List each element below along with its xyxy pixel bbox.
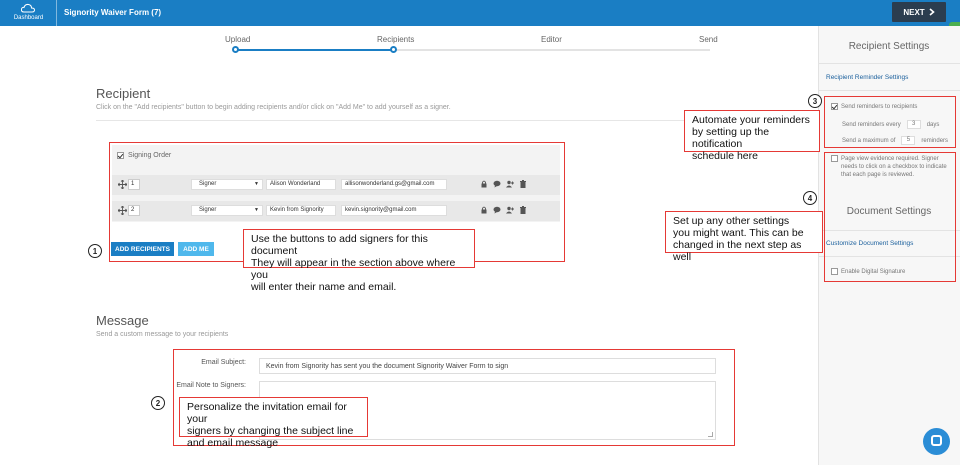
annotation-box-reminders xyxy=(824,96,956,148)
next-button[interactable]: NEXT xyxy=(892,2,946,22)
callout-line: Set up any other settings xyxy=(673,215,790,227)
steps-progress xyxy=(236,49,394,51)
message-subtitle: Send a custom message to your recipients xyxy=(96,331,229,338)
top-bar: Dashboard Signority Waiver Form (7) NEXT xyxy=(0,0,960,26)
callout-line: Automate your reminders xyxy=(692,114,810,126)
next-label: NEXT xyxy=(903,7,925,17)
step-recipients[interactable]: Recipients xyxy=(377,35,414,44)
reminder-settings-label: Recipient Reminder Settings xyxy=(826,74,909,81)
annotation-callout-personalize: Personalize the invitation email for you… xyxy=(179,397,368,449)
sidebar-divider xyxy=(818,63,960,64)
recipient-subtitle: Click on the "Add recipients" button to … xyxy=(96,104,451,111)
step-dot-recipients xyxy=(390,46,397,53)
callout-line: They will appear in the section above wh… xyxy=(251,257,456,281)
callout-line: you might want. This can be xyxy=(673,227,804,239)
dashboard-link[interactable]: Dashboard xyxy=(0,0,57,26)
chat-button[interactable] xyxy=(923,428,950,455)
cloud-icon xyxy=(21,3,35,13)
annotation-callout-reminders: Automate your reminders by setting up th… xyxy=(684,110,820,162)
step-send[interactable]: Send xyxy=(699,35,718,44)
annotation-callout-settings: Set up any other settings you might want… xyxy=(665,211,823,263)
annotation-box-document-settings xyxy=(824,152,956,282)
annotation-number: 1 xyxy=(88,244,102,258)
sidebar-divider xyxy=(818,90,960,91)
callout-line: and email message xyxy=(187,437,279,449)
callout-line: schedule here xyxy=(692,150,758,162)
annotation-number: 3 xyxy=(808,94,822,108)
step-dot-upload xyxy=(232,46,239,53)
dashboard-label: Dashboard xyxy=(13,15,44,21)
recipient-heading: Recipient xyxy=(96,86,151,101)
step-editor[interactable]: Editor xyxy=(541,35,562,44)
document-title: Signority Waiver Form (7) xyxy=(64,8,162,17)
chevron-right-icon xyxy=(929,8,935,16)
annotation-callout-add-signers: Use the buttons to add signers for this … xyxy=(243,229,475,293)
callout-line: Use the buttons to add signers for this … xyxy=(251,233,428,257)
annotation-number: 4 xyxy=(803,191,817,205)
step-upload[interactable]: Upload xyxy=(225,35,250,44)
callout-line: Personalize the invitation email for you… xyxy=(187,401,347,425)
message-heading: Message xyxy=(96,313,149,328)
recipient-settings-title: Recipient Settings xyxy=(848,41,930,52)
callout-line: will enter their name and email. xyxy=(251,281,397,293)
annotation-number: 2 xyxy=(151,396,165,410)
callout-line: changed in the next step as well xyxy=(673,239,802,263)
callout-line: signers by changing the subject line xyxy=(187,425,354,437)
callout-line: by setting up the notification xyxy=(692,126,770,150)
chat-icon xyxy=(931,435,942,446)
